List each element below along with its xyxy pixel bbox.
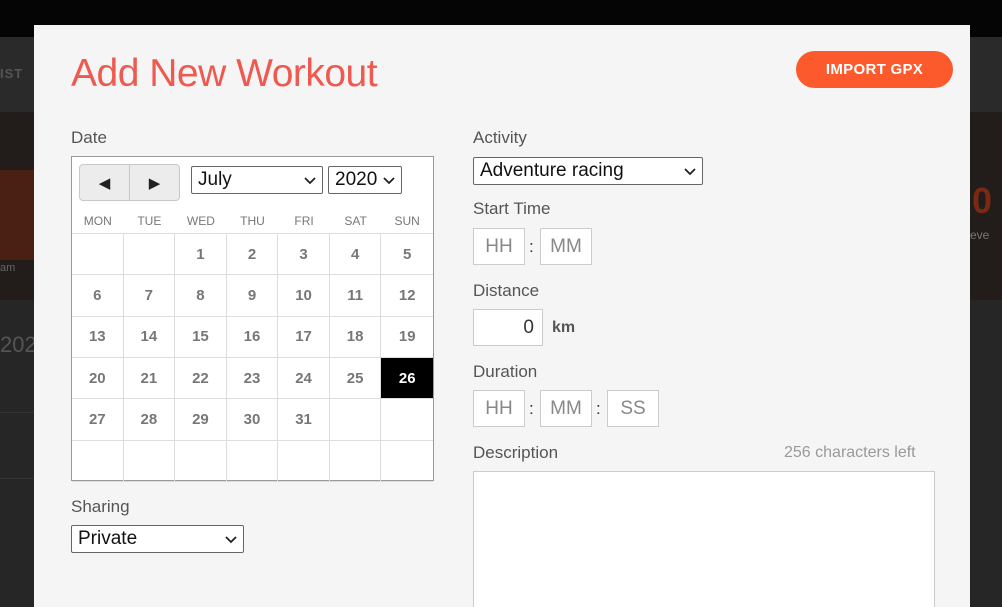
calendar-day[interactable]: 14	[123, 316, 176, 358]
duration-hours-input[interactable]: HH	[473, 390, 525, 427]
duration-label: Duration	[473, 362, 538, 381]
calendar-day[interactable]: 20	[72, 357, 124, 400]
calendar-day[interactable]: 9	[226, 275, 279, 317]
calendar-day[interactable]: 25	[329, 357, 382, 400]
calendar-day[interactable]: 13	[72, 316, 124, 358]
activity-label: Activity	[473, 128, 527, 147]
calendar-day[interactable]: 30	[226, 399, 279, 441]
calendar-day[interactable]: 23	[226, 357, 279, 400]
characters-left-counter: 256 characters left	[784, 444, 916, 461]
background-divider	[0, 478, 34, 479]
calendar-day[interactable]: 29	[175, 399, 227, 441]
sharing-label: Sharing	[71, 497, 130, 516]
calendar-day[interactable]: 12	[381, 275, 433, 317]
start-time-hours-input[interactable]: HH	[473, 228, 525, 265]
description-label: Description	[473, 443, 559, 462]
start-time-minutes-input[interactable]: MM	[540, 228, 592, 265]
weekday-header: MON TUE WED THU FRI SAT SUN	[72, 214, 433, 228]
calendar-empty-cell	[329, 440, 382, 482]
weekday-label: SUN	[394, 214, 420, 228]
chevron-down-icon	[383, 168, 395, 203]
background-stat-text: eve	[970, 228, 990, 242]
calendar-day[interactable]: 17	[278, 316, 330, 358]
calendar-day[interactable]: 21	[123, 357, 176, 400]
calendar-empty-cell	[175, 440, 227, 482]
calendar-day[interactable]: 3	[278, 234, 330, 276]
calendar-empty-cell	[123, 234, 176, 276]
weekday-label: SAT	[344, 214, 367, 228]
triangle-left-icon: ◀	[98, 174, 111, 192]
weekday-label: MON	[83, 214, 112, 228]
calendar-day[interactable]: 31	[278, 399, 330, 441]
year-select[interactable]: 2020	[328, 166, 402, 194]
calendar-empty-cell	[72, 234, 124, 276]
calendar-day[interactable]: 7	[123, 275, 176, 317]
add-workout-modal: Add New Workout IMPORT GPX Date ◀ ▶ July…	[34, 25, 970, 607]
chevron-down-icon	[225, 527, 237, 562]
sharing-select-value: Private	[78, 528, 138, 549]
calendar-empty-cell	[72, 440, 124, 482]
background-hero-text: am	[0, 262, 16, 274]
sharing-select[interactable]: Private	[71, 525, 244, 553]
background-hero-image	[0, 170, 34, 260]
calendar-day[interactable]: 10	[278, 275, 330, 317]
prev-month-button[interactable]: ◀	[80, 165, 129, 200]
calendar-day[interactable]: 5	[381, 234, 433, 276]
activity-select-value: Adventure racing	[480, 160, 624, 181]
background-nav-text: IST	[0, 66, 24, 81]
distance-label: Distance	[473, 281, 540, 300]
background-year: 202	[0, 332, 37, 357]
calendar-empty-cell	[381, 399, 433, 441]
background-divider	[0, 412, 34, 413]
import-gpx-button[interactable]: IMPORT GPX	[796, 51, 953, 88]
background-stat-number: 0	[972, 180, 993, 221]
time-separator: :	[529, 237, 534, 256]
calendar-day[interactable]: 27	[72, 399, 124, 441]
duration-seconds-input[interactable]: SS	[607, 390, 659, 427]
modal-title: Add New Workout	[71, 52, 378, 95]
calendar-grid: 1 2 3 4 5 6 7 8 9 10 11 12 13 14 15 16 17 18 19 20 21 22 23 24 2…	[72, 233, 433, 482]
calendar-empty-cell	[329, 399, 382, 441]
calendar-day[interactable]: 4	[329, 234, 382, 276]
triangle-right-icon: ▶	[148, 174, 161, 192]
calendar-day[interactable]: 1	[175, 234, 227, 276]
distance-input[interactable]: 0	[473, 309, 543, 346]
description-textarea[interactable]	[473, 471, 935, 607]
activity-select[interactable]: Adventure racing	[473, 157, 703, 185]
calendar-day[interactable]: 15	[175, 316, 227, 358]
calendar-day[interactable]: 19	[381, 317, 433, 358]
calendar-day[interactable]: 22	[175, 357, 227, 400]
chevron-down-icon	[684, 159, 696, 194]
next-month-button[interactable]: ▶	[129, 165, 179, 200]
month-select[interactable]: July	[191, 166, 323, 194]
time-separator: :	[529, 399, 534, 418]
calendar-day[interactable]: 6	[72, 275, 124, 317]
calendar-empty-cell	[278, 440, 330, 482]
year-select-value: 2020	[335, 169, 378, 190]
calendar-empty-cell	[123, 440, 176, 482]
calendar-day[interactable]: 28	[123, 399, 176, 441]
chevron-down-icon	[304, 168, 316, 203]
time-separator: :	[596, 399, 601, 418]
month-select-value: July	[198, 169, 232, 190]
calendar-day-selected[interactable]: 26	[381, 357, 433, 400]
calendar-empty-cell	[381, 441, 433, 482]
calendar-day[interactable]: 18	[329, 316, 382, 358]
date-label: Date	[71, 128, 107, 147]
calendar-nav: ◀ ▶	[79, 164, 180, 201]
distance-unit: km	[552, 319, 576, 336]
calendar-day[interactable]: 8	[175, 275, 227, 317]
weekday-label: THU	[240, 214, 265, 228]
duration-minutes-input[interactable]: MM	[540, 390, 592, 427]
calendar-empty-cell	[226, 440, 279, 482]
calendar-day[interactable]: 2	[226, 234, 279, 276]
weekday-label: TUE	[137, 214, 162, 228]
weekday-label: WED	[186, 214, 215, 228]
calendar-day[interactable]: 24	[278, 357, 330, 400]
calendar-day[interactable]: 16	[226, 316, 279, 358]
calendar-day[interactable]: 11	[329, 275, 382, 317]
date-calendar: ◀ ▶ July 2020 MON TUE WED THU FRI SAT SUN 1234…	[71, 156, 434, 482]
weekday-label: FRI	[294, 214, 314, 228]
start-time-label: Start Time	[473, 199, 551, 218]
